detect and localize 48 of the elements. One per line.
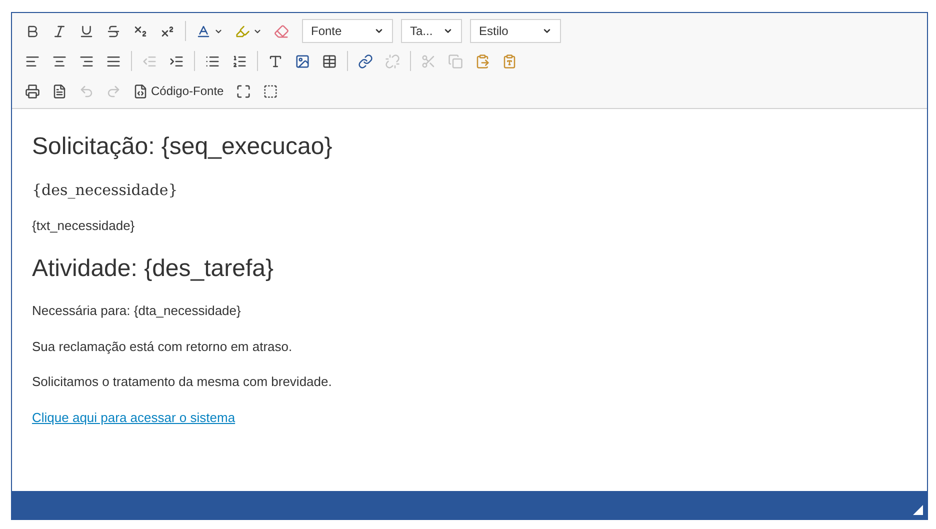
underline-icon — [79, 24, 94, 38]
paragraph: Solicitamos o tratamento da mesma com brevidade. — [32, 373, 333, 391]
superscript-icon — [160, 24, 175, 38]
image-icon — [295, 54, 310, 68]
caret-icon — [542, 26, 552, 36]
paragraph: Sua reclamação está com retorno em atraso. — [32, 338, 294, 356]
copy-icon — [448, 54, 463, 68]
undo-icon — [79, 84, 94, 98]
system-link[interactable]: Clique aqui para acessar o sistema — [32, 410, 236, 424]
align-right-icon — [79, 54, 94, 68]
table-icon — [322, 54, 337, 68]
heading: Solicitação: {seq_execucao} — [32, 132, 334, 162]
unlink-icon — [385, 54, 400, 68]
font-dropdown[interactable]: Estilo — [470, 19, 561, 43]
caret-icon — [374, 26, 384, 36]
source-button[interactable]: Código-Fonte — [128, 79, 229, 103]
align-justify-icon — [106, 54, 121, 68]
maximize-icon — [236, 84, 251, 98]
subscript-icon — [133, 24, 148, 38]
show-blocks-icon — [262, 84, 278, 98]
strikethrough-icon — [106, 24, 121, 38]
caret-icon — [443, 26, 453, 36]
paragraph: Necessária para: {dta_necessidade} — [32, 302, 242, 320]
paste-text-icon — [502, 54, 517, 68]
print-icon — [25, 84, 40, 98]
redo-icon — [106, 84, 121, 98]
outdent-icon — [142, 54, 157, 68]
paste-icon — [475, 54, 490, 68]
source-code-icon — [133, 84, 148, 98]
align-center-icon — [52, 54, 67, 68]
resize-handle-icon[interactable] — [913, 505, 923, 515]
font-dropdown[interactable]: Fonte — [302, 19, 393, 43]
highlighter-icon — [235, 24, 250, 38]
italic-icon — [52, 24, 67, 38]
paragraph-format-icon — [268, 54, 283, 68]
heading: Atividade: {des_tarefa} — [32, 254, 275, 284]
bullet-list-icon — [205, 54, 220, 68]
eraser-icon — [274, 24, 289, 38]
link-icon — [358, 54, 373, 68]
text-color-icon — [196, 24, 211, 38]
align-left-icon — [25, 54, 40, 68]
paragraph: {txt_necessidade} — [32, 216, 136, 235]
font-dropdown[interactable]: Ta... — [401, 19, 462, 43]
bold-icon — [25, 24, 40, 38]
indent-icon — [169, 54, 184, 68]
numbered-list-icon — [232, 54, 247, 68]
cut-icon — [421, 54, 436, 68]
subheading: {des_necessidade} — [32, 180, 179, 201]
